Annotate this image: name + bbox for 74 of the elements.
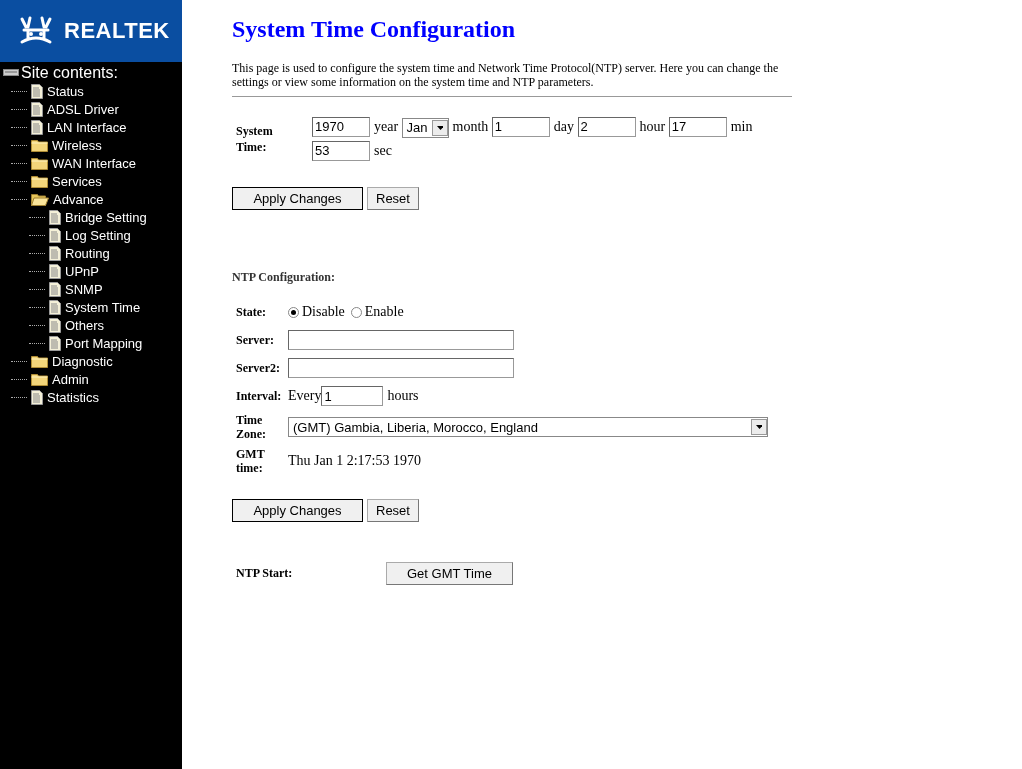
- dropdown-arrow-icon: [436, 125, 443, 130]
- dropdown-arrow-icon: [756, 425, 762, 429]
- interval-prefix: Every: [288, 388, 322, 404]
- sidebar-item[interactable]: Bridge Setting: [65, 209, 147, 225]
- field-label: Time Zone:: [236, 413, 267, 441]
- page-icon: [49, 317, 61, 333]
- time-zone-dropdown[interactable]: (GMT) Gambia, Liberia, Morocco, England: [288, 417, 768, 437]
- sidebar-item[interactable]: Statistics: [47, 389, 99, 405]
- sidebar-item[interactable]: Status: [47, 83, 84, 99]
- page-icon: [31, 83, 43, 99]
- page-icon: [49, 281, 61, 297]
- sidebar-item[interactable]: UPnP: [65, 263, 99, 279]
- unit-label: month: [452, 119, 489, 134]
- input-field[interactable]: 2: [577, 116, 636, 137]
- radio-button[interactable]: [288, 306, 299, 318]
- page-icon: [49, 299, 61, 315]
- sidebar-item[interactable]: Log Setting: [65, 227, 131, 243]
- unit-label: year: [374, 119, 399, 134]
- input-field[interactable]: 17: [668, 116, 727, 137]
- field-label: Interval:: [236, 389, 283, 403]
- sidebar-item[interactable]: Port Mapping: [65, 335, 143, 351]
- section-title: NTP Configuration:: [232, 270, 336, 285]
- unit-label: day: [553, 119, 575, 134]
- radio-button[interactable]: [350, 306, 362, 318]
- page-icon: [49, 335, 61, 351]
- unit-label: sec: [374, 143, 392, 158]
- radio-label: Disable: [302, 304, 345, 320]
- sidebar-item[interactable]: System Time: [65, 299, 141, 315]
- sidebar-item[interactable]: Admin: [52, 371, 89, 387]
- page-description: This page is used to configure the system time and Network Time Protocol(NTP) server. Here you can change the settings or view some information on the system time and NTP parameters.: [232, 61, 780, 89]
- input-field[interactable]: 1970: [312, 116, 370, 137]
- field-label: System Time:: [236, 123, 274, 156]
- input-field[interactable]: 1: [321, 386, 384, 406]
- field-label: Server:: [236, 333, 275, 347]
- input-field[interactable]: [288, 330, 514, 350]
- input-field[interactable]: 1: [491, 116, 550, 137]
- field-label: Server2:: [236, 361, 281, 375]
- page-icon: [31, 119, 43, 135]
- sidebar-item[interactable]: Routing: [65, 245, 110, 261]
- page-icon: [31, 389, 43, 405]
- input-field[interactable]: 53: [312, 140, 370, 161]
- page-icon: [49, 209, 61, 225]
- radio-label: Enable: [364, 304, 404, 320]
- page-icon: [49, 245, 61, 261]
- sidebar-item[interactable]: ADSL Driver: [47, 101, 119, 117]
- field-label: NTP Start:: [236, 566, 294, 581]
- get-gmt-time-button[interactable]: Get GMT Time: [386, 562, 513, 585]
- apply-changes-button[interactable]: Apply Changes: [232, 499, 363, 522]
- field-label: State:: [236, 305, 267, 319]
- sidebar-item[interactable]: Others: [65, 317, 104, 333]
- unit-label: hour: [639, 119, 666, 134]
- sidebar-item[interactable]: Advance: [53, 191, 104, 207]
- apply-changes-button[interactable]: Apply Changes: [232, 187, 363, 210]
- gmt-time-value: Thu Jan 1 2:17:53 1970: [288, 453, 421, 469]
- page-icon: [31, 101, 43, 117]
- computer-icon: [3, 67, 19, 79]
- sidebar-item[interactable]: LAN Interface: [47, 119, 127, 135]
- tree-title: Site contents:: [21, 64, 118, 82]
- input-field[interactable]: [288, 358, 514, 378]
- logo-text: REALTEK: [64, 18, 170, 44]
- unit-label: hours: [387, 388, 419, 404]
- field-label: GMT time:: [236, 447, 266, 475]
- reset-button[interactable]: Reset: [367, 499, 419, 522]
- page-title: System Time Configuration: [232, 16, 517, 43]
- unit-label: min: [730, 119, 753, 134]
- sidebar-item[interactable]: WAN Interface: [52, 155, 137, 171]
- sidebar-item[interactable]: Diagnostic: [52, 353, 113, 369]
- sidebar-item[interactable]: Services: [52, 173, 102, 189]
- page-icon: [49, 263, 61, 279]
- sidebar-item[interactable]: SNMP: [65, 281, 103, 297]
- page-icon: [49, 227, 61, 243]
- reset-button[interactable]: Reset: [367, 187, 419, 210]
- month-dropdown[interactable]: Jan: [401, 117, 449, 138]
- sidebar-item[interactable]: Wireless: [52, 137, 102, 153]
